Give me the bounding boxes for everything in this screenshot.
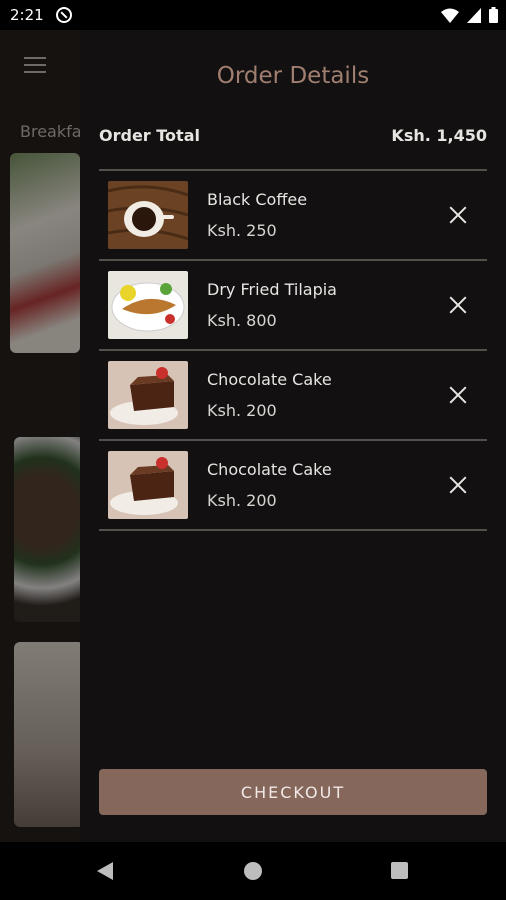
order-item: Chocolate Cake Ksh. 200	[99, 441, 487, 529]
background-app: Breakfa	[0, 30, 80, 842]
menu-card-image[interactable]	[10, 153, 80, 353]
back-icon[interactable]	[97, 862, 113, 880]
order-item: Chocolate Cake Ksh. 200	[99, 351, 487, 439]
item-price: Ksh. 200	[207, 401, 277, 420]
item-price: Ksh. 800	[207, 311, 277, 330]
order-total-row: Order Total Ksh. 1,450	[99, 126, 487, 145]
remove-item-close-icon[interactable]	[447, 474, 469, 496]
order-total-value: Ksh. 1,450	[391, 126, 487, 145]
battery-icon	[489, 7, 498, 23]
order-item: Black Coffee Ksh. 250	[99, 171, 487, 259]
drawer-title: Order Details	[216, 63, 370, 89]
wifi-icon	[441, 8, 459, 23]
signal-icon	[467, 7, 481, 23]
menu-card-image[interactable]	[14, 642, 80, 827]
order-total-label: Order Total	[99, 126, 200, 145]
remove-item-close-icon[interactable]	[447, 294, 469, 316]
category-tab-breakfast[interactable]: Breakfa	[20, 122, 80, 141]
home-icon[interactable]	[244, 862, 262, 880]
status-bar: 2:21	[0, 0, 506, 30]
item-name: Dry Fried Tilapia	[207, 280, 337, 299]
item-thumbnail	[108, 271, 188, 339]
do-not-disturb-icon	[55, 7, 72, 23]
hamburger-menu-icon[interactable]	[24, 57, 46, 78]
status-icons	[441, 7, 498, 23]
item-thumbnail	[108, 451, 188, 519]
menu-card-image[interactable]	[14, 437, 80, 622]
navigation-bar	[0, 842, 506, 900]
status-time: 2:21	[10, 6, 44, 24]
recent-apps-icon[interactable]	[391, 862, 408, 879]
item-thumbnail	[108, 361, 188, 429]
divider	[99, 529, 487, 531]
item-name: Chocolate Cake	[207, 460, 332, 479]
remove-item-close-icon[interactable]	[447, 204, 469, 226]
checkout-button[interactable]: CHECKOUT	[99, 769, 487, 815]
item-name: Chocolate Cake	[207, 370, 332, 389]
item-price: Ksh. 200	[207, 491, 277, 510]
item-price: Ksh. 250	[207, 221, 277, 240]
item-name: Black Coffee	[207, 190, 308, 209]
order-item: Dry Fried Tilapia Ksh. 800	[99, 261, 487, 349]
remove-item-close-icon[interactable]	[447, 384, 469, 406]
item-thumbnail	[108, 181, 188, 249]
order-details-drawer: Order Details Order Total Ksh. 1,450 Bla…	[80, 30, 506, 842]
